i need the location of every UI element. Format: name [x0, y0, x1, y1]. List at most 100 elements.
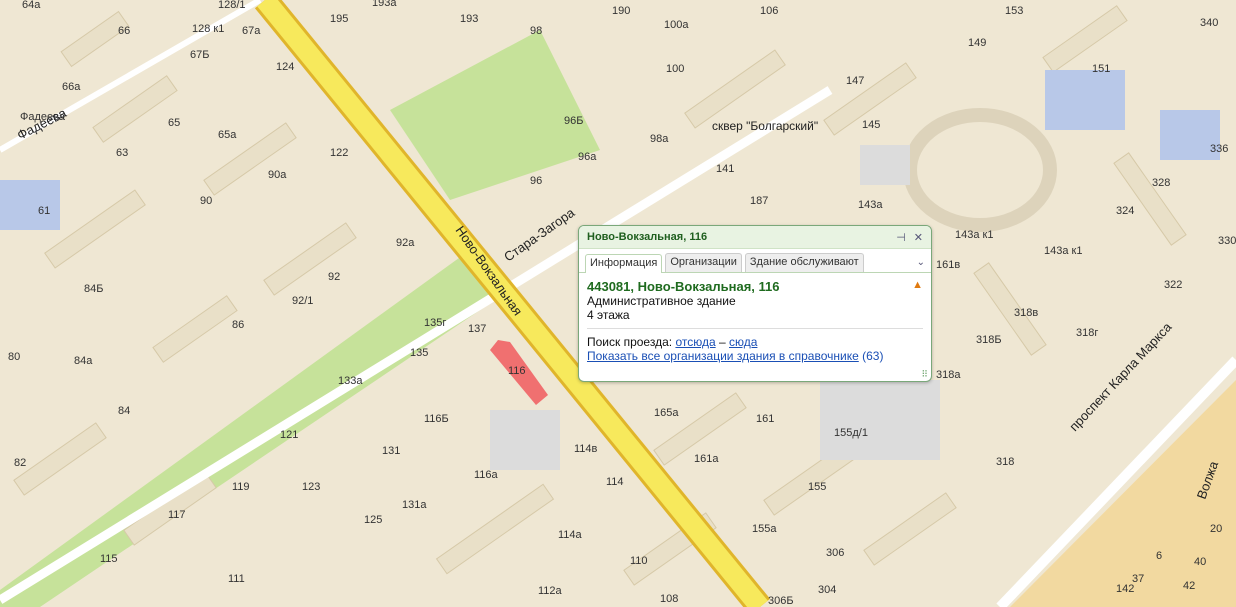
address-line-row: 443081, Ново-Вокзальная, 116 ▲ [587, 279, 923, 294]
house-number-label: 143а [858, 199, 883, 211]
house-number-label: 67Б [190, 49, 209, 61]
house-number-label: 61 [38, 205, 50, 217]
house-number-label: 63 [116, 147, 128, 159]
house-number-label: 340 [1200, 17, 1218, 29]
house-number-label: 141 [716, 163, 734, 175]
popup-divider [587, 328, 923, 329]
house-number-label: 322 [1164, 279, 1182, 291]
house-number-label: 114а [558, 529, 583, 541]
stadium [903, 108, 1057, 232]
popup-title: Ново-Вокзальная, 116 [587, 231, 708, 243]
house-number-label: 96а [578, 151, 597, 163]
house-number-label: 116 [508, 365, 526, 377]
parking-area [820, 380, 940, 460]
house-number-label: 66а [62, 81, 81, 93]
house-number-label: 100а [664, 19, 689, 31]
house-number-label: 67а [242, 25, 261, 37]
house-number-label: 131а [402, 499, 427, 511]
route-to-link[interactable]: сюда [729, 335, 757, 349]
house-number-label: 110 [630, 555, 648, 567]
house-number-label: 106 [760, 5, 778, 17]
house-number-label: 123 [302, 481, 320, 493]
house-number-label: 92 [328, 271, 340, 283]
house-number-label: 90 [200, 195, 212, 207]
house-number-label: 304 [818, 584, 836, 596]
house-number-label: 318а [936, 369, 961, 381]
resize-grip-icon[interactable]: ⠿ [921, 369, 928, 380]
parking-116a [490, 410, 560, 470]
house-number-label: 149 [968, 37, 986, 49]
house-number-label: 90а [268, 169, 287, 181]
house-number-label: 145 [862, 119, 880, 131]
house-number-label: 96 [530, 175, 542, 187]
house-number-label: 330 [1218, 235, 1236, 247]
house-number-label: 115 [100, 553, 118, 565]
house-number-label: 187 [750, 195, 768, 207]
house-number-label: 125 [364, 514, 382, 526]
house-number-label: 124 [276, 61, 294, 73]
house-number-label: 151 [1092, 63, 1110, 75]
route-from-link[interactable]: отсюда [675, 335, 715, 349]
house-number-label: 165а [654, 407, 679, 419]
school-61 [0, 180, 60, 230]
house-number-label: 114 [606, 476, 624, 488]
floors-info: 4 этажа [587, 308, 630, 322]
house-number-label: 64а [22, 0, 41, 11]
house-number-label: 153 [1005, 5, 1023, 17]
house-number-label: 111 [228, 573, 245, 585]
house-number-label: 190 [612, 5, 630, 17]
house-number-label: 122 [330, 147, 348, 159]
house-number-label: 193а [372, 0, 397, 9]
house-number-label: 161 [756, 413, 774, 425]
house-number-label: 65 [168, 117, 180, 129]
house-number-label: 84Б [84, 283, 103, 295]
house-number-label: 306Б [768, 595, 794, 607]
house-number-label: 6 [1156, 550, 1162, 562]
house-number-label: 86 [232, 319, 244, 331]
house-number-label: 318Б [976, 334, 1002, 346]
house-number-label: 135г [424, 317, 446, 329]
house-number-label: 318 [996, 456, 1014, 468]
house-number-label: 155а [752, 523, 777, 535]
close-icon[interactable]: ✕ [914, 231, 923, 244]
tab-organizations[interactable]: Организации [665, 253, 742, 272]
house-number-label: 84а [74, 355, 93, 367]
route-dash: – [718, 335, 726, 349]
house-number-label: 84 [118, 405, 130, 417]
house-number-label: 82 [14, 457, 26, 469]
house-number-label: 108 [660, 593, 678, 605]
house-number-label: 96Б [564, 115, 583, 127]
map-canvas[interactable]: Ново-Вокзальная Стара-Загора Фадеева про… [0, 0, 1236, 607]
popup-tabs: Информация Организации Здание обслуживаю… [579, 249, 931, 273]
house-number-label: 128/1 [218, 0, 246, 11]
house-number-label: 318в [1014, 307, 1038, 319]
warning-icon[interactable]: ▲ [912, 279, 923, 294]
show-organizations-link[interactable]: Показать все организации здания в справо… [587, 349, 859, 363]
house-number-label: 92/1 [292, 295, 313, 307]
house-number-label: 116Б [424, 413, 449, 425]
popup-body: 443081, Ново-Вокзальная, 116 ▲ Администр… [579, 273, 931, 369]
parking-143a [860, 145, 910, 185]
house-number-label: 37 [1132, 573, 1144, 585]
house-number-label: 121 [280, 429, 298, 441]
pin-icon[interactable]: ⊣ [896, 231, 906, 244]
house-number-label: 137 [468, 323, 486, 335]
house-number-label: 80 [8, 351, 20, 363]
house-number-label: 117 [168, 509, 186, 521]
house-number-label: 318г [1076, 327, 1098, 339]
house-number-label: 161в [936, 259, 960, 271]
house-number-label: 143а к1 [955, 229, 993, 241]
park-label: сквер "Болгарский" [712, 119, 818, 133]
house-number-label: 112а [538, 585, 563, 597]
tab-information[interactable]: Информация [585, 254, 663, 273]
house-number-label: 328 [1152, 177, 1170, 189]
house-number-label: 65а [218, 129, 237, 141]
house-number-label: 161а [694, 453, 719, 465]
tabs-more-icon[interactable]: ⌄ [917, 253, 925, 272]
tab-building-service[interactable]: Здание обслуживают [744, 253, 864, 272]
house-number-label: 98 [530, 25, 542, 37]
house-number-label: 100 [666, 63, 684, 75]
house-number-label: 143а к1 [1044, 245, 1082, 257]
school-151 [1045, 70, 1125, 130]
route-row: Поиск проезда: отсюда – сюда [587, 335, 923, 349]
